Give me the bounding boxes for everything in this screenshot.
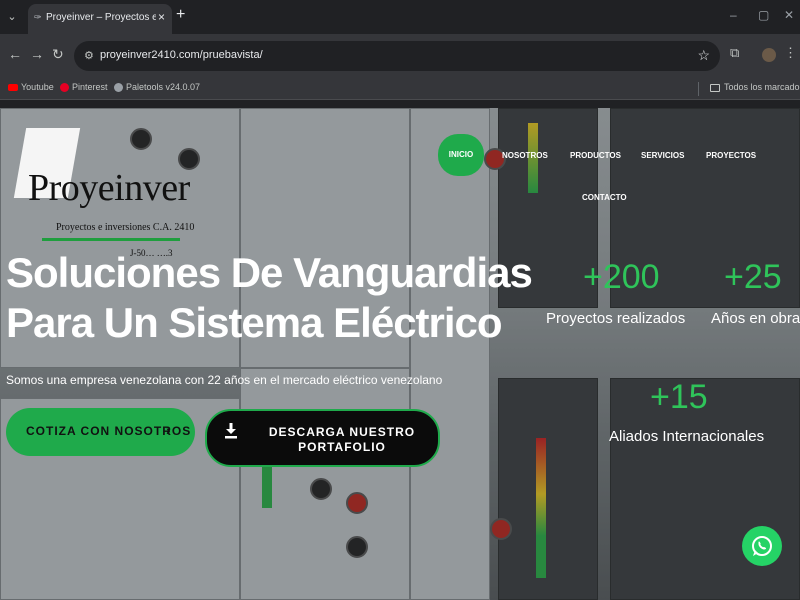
- forward-arrow-icon[interactable]: →: [30, 46, 44, 62]
- nav-proyectos[interactable]: PROYECTOS: [706, 151, 756, 160]
- active-tab[interactable]: ✑ Proyeinver – Proyectos e Inversi ×: [28, 4, 172, 34]
- bookmark-youtube[interactable]: Youtube: [8, 82, 54, 92]
- maximize-button[interactable]: ▢: [758, 8, 769, 22]
- browser-toolbar: ← → ↻ ⚙ proyeinver2410.com/pruebavista/ …: [0, 34, 800, 78]
- reload-icon[interactable]: ↻: [52, 46, 64, 63]
- stat-projects-label: Proyectos realizados: [546, 310, 686, 327]
- quote-button[interactable]: COTIZA CON NOSOTROS ›: [6, 408, 195, 456]
- youtube-icon: [8, 84, 18, 92]
- site-info-icon[interactable]: ⚙: [84, 49, 94, 62]
- profile-avatar[interactable]: [762, 48, 776, 62]
- logo-tagline: Proyectos e inversiones C.A. 2410: [56, 222, 195, 233]
- back-arrow-icon[interactable]: ←: [8, 46, 22, 62]
- website-hero: Proyeinver Proyectos e inversiones C.A. …: [0, 108, 800, 600]
- whatsapp-icon: [752, 536, 772, 556]
- pinterest-icon: [60, 83, 69, 93]
- logo-underline: [42, 238, 180, 241]
- stat-allies-value: +15: [650, 378, 708, 416]
- bookmark-paletools[interactable]: Paletools v24.0.07: [114, 82, 200, 93]
- hero-title-line2: Para Un Sistema Eléctrico: [6, 299, 503, 346]
- stat-years-label: Años en obras: [711, 310, 800, 327]
- all-bookmarks-folder[interactable]: Todos los marcadores: [710, 82, 800, 92]
- chevron-right-icon: ›: [166, 422, 172, 438]
- nav-nosotros[interactable]: NOSOTROS: [502, 151, 548, 160]
- extensions-icon[interactable]: ⧉: [730, 45, 739, 61]
- bookmarks-divider: [698, 82, 699, 96]
- tab-close-icon[interactable]: ×: [158, 10, 165, 24]
- download-button-label: DESCARGA NUESTRO PORTAFOLIO: [268, 425, 416, 454]
- new-tab-button[interactable]: +: [176, 6, 185, 24]
- nav-servicios[interactable]: SERVICIOS: [641, 151, 684, 160]
- close-window-button[interactable]: ✕: [784, 8, 794, 22]
- folder-icon: [710, 83, 720, 92]
- whatsapp-button[interactable]: [742, 526, 782, 566]
- stat-years-value: +25: [724, 258, 782, 296]
- url-text[interactable]: proyeinver2410.com/pruebavista/: [100, 49, 263, 61]
- nav-inicio[interactable]: INICIO: [438, 134, 484, 176]
- bookmark-pinterest[interactable]: Pinterest: [60, 82, 108, 93]
- hero-title: Soluciones De Vanguardias Para Un Sistem…: [6, 248, 533, 348]
- tab-search-icon[interactable]: ⌄: [4, 9, 20, 25]
- address-bar[interactable]: ⚙ proyeinver2410.com/pruebavista/ ☆: [74, 41, 720, 71]
- stat-projects-value: +200: [583, 258, 660, 296]
- tab-bar: ⌄ ✑ Proyeinver – Proyectos e Inversi × +…: [0, 0, 800, 34]
- minimize-button[interactable]: –: [730, 8, 737, 22]
- bookmark-star-icon[interactable]: ☆: [697, 47, 710, 64]
- nav-productos[interactable]: PRODUCTOS: [570, 151, 621, 160]
- site-logo[interactable]: Proyeinver Proyectos e inversiones C.A. …: [13, 128, 210, 258]
- nav-contacto[interactable]: CONTACTO: [582, 193, 627, 202]
- menu-dots-icon[interactable]: ⋮: [784, 45, 797, 61]
- download-icon: [225, 423, 237, 439]
- hero-subtitle: Somos una empresa venezolana con 22 años…: [6, 373, 443, 387]
- logo-wordmark: Proyeinver: [28, 167, 190, 209]
- main-nav: INICIO NOSOTROS PRODUCTOS SERVICIOS PROY…: [434, 134, 800, 224]
- bookmarks-bar: Youtube Pinterest Paletools v24.0.07 Tod…: [0, 78, 800, 100]
- hero-title-line1: Soluciones De Vanguardias: [6, 249, 533, 296]
- tab-title: Proyeinver – Proyectos e Inversi: [46, 12, 156, 23]
- download-portfolio-button[interactable]: DESCARGA NUESTRO PORTAFOLIO: [205, 409, 440, 467]
- stat-allies-label: Aliados Internacionales: [609, 428, 765, 445]
- paletools-icon: [114, 83, 123, 93]
- site-favicon-icon: ✑: [34, 12, 42, 22]
